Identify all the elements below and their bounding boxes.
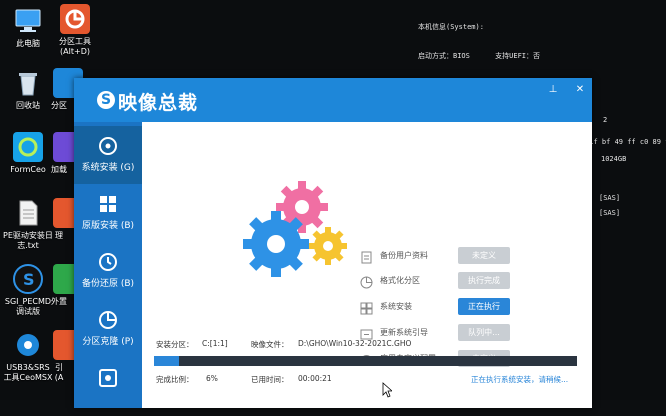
sidebar-item-original-install[interactable]: 原版安装 (B) [74, 184, 142, 242]
sidebar-item-label: 系统安装 (G) [81, 163, 135, 173]
step-status-button[interactable]: 队列中... [458, 324, 510, 341]
app-logo-icon: S [97, 91, 115, 109]
pin-button[interactable]: ⊥ [546, 84, 560, 96]
step-label: 格式化分区 [380, 276, 420, 285]
desktop-icon-label: 理 [55, 231, 63, 240]
sysinfo-line: 启动方式：BIOS 支持UEFI：否 [418, 51, 541, 60]
desktop-icon-label: 外置 [51, 297, 67, 306]
desktop-icon-label: 分区工具 (Alt+D) [59, 37, 91, 56]
sidebar-item-partition-clone[interactable]: 分区克隆 (P) [74, 300, 142, 358]
sidebar: 系统安装 (G) 原版安装 (B) 备份还原 (B) 分区克隆 (P) [74, 122, 142, 408]
desktop-icon-label: 引 (A [54, 363, 64, 382]
desktop-icon-load[interactable]: 加载 [39, 132, 83, 175]
desktop-icon-label: 加载 [51, 165, 67, 174]
gears-illustration [243, 181, 347, 277]
sysinfo-fragment: [SAS] [599, 194, 621, 202]
step-label: 更新系统引导 [380, 328, 428, 337]
partition-label: 安装分区： [156, 340, 194, 349]
disc-icon [98, 136, 118, 156]
status-message: 正在执行系统安装，请稍候... [471, 375, 569, 384]
svg-text:S: S [23, 270, 35, 289]
pie-chart-icon [98, 310, 118, 330]
step-status-button[interactable]: 执行完成 [458, 272, 510, 289]
step-format-partition: 格式化分区 执行完成 [360, 272, 600, 290]
document-icon [360, 249, 373, 264]
title-bar[interactable]: S 映像总裁 ⊥ ✕ [74, 78, 592, 122]
elapsed-time-label: 已用时间： [251, 375, 289, 384]
app-window: S 映像总裁 ⊥ ✕ 系统安装 (G) 原版安装 (B) 备份还原 (B) 分区… [74, 78, 592, 408]
sysinfo-fragment: 2 [603, 116, 608, 124]
step-backup-user-data: 备份用户资料 未定义 [360, 247, 600, 265]
desktop-icon-partition-tool[interactable]: 分区工具 (Alt+D) [47, 4, 103, 57]
windows-icon [360, 300, 373, 315]
partition-tool-icon [60, 4, 90, 34]
sysinfo-fragment: 1024GB [601, 155, 627, 163]
blue-gear [243, 211, 309, 277]
image-file-label: 映像文件： [251, 340, 289, 349]
sidebar-item-backup-restore[interactable]: 备份还原 (B) [74, 242, 142, 300]
windows-icon [98, 194, 118, 214]
sidebar-item-label: 分区克隆 (P) [82, 337, 134, 347]
sysinfo-fragment: [SAS] [599, 209, 621, 217]
sidebar-item-system-install[interactable]: 系统安装 (G) [74, 126, 142, 184]
clock-icon [98, 252, 118, 272]
sidebar-item-label: 原版安装 (B) [81, 221, 135, 231]
completion-ratio-label: 完成比例： [156, 375, 194, 384]
desktop-icon-boot[interactable]: 引 (A [39, 330, 83, 383]
step-status-button[interactable]: 正在执行 [458, 298, 510, 315]
completion-ratio-value: 6% [206, 374, 218, 383]
progress-fill [154, 356, 179, 366]
desktop-icon-external[interactable]: 外置 [39, 264, 83, 307]
progress-bar [154, 356, 577, 366]
step-system-install: 系统安装 正在执行 [360, 298, 600, 316]
pie-icon [360, 274, 373, 289]
main-content: 备份用户资料 未定义 格式化分区 执行完成 系统安装 正在执行 更新系统引导 队… [142, 122, 592, 408]
update-icon [360, 326, 373, 340]
desktop-icon-label: 分区 [51, 101, 67, 110]
computer-icon [13, 6, 43, 36]
partition-value: C:[1:1] [202, 339, 228, 348]
tool-icon [98, 368, 118, 388]
sysinfo-line: 本机信息(System): [418, 23, 484, 32]
sidebar-item-more[interactable] [74, 358, 142, 416]
image-file-value: D:\GHO\Win10-32-2021C.GHO [298, 339, 412, 348]
mouse-cursor-icon [382, 382, 392, 398]
sidebar-item-label: 备份还原 (B) [81, 279, 135, 289]
step-status-button[interactable]: 未定义 [458, 247, 510, 264]
step-label: 备份用户资料 [380, 251, 428, 260]
desktop-icon-manage[interactable]: 理 [39, 198, 83, 241]
close-button[interactable]: ✕ [573, 84, 587, 96]
elapsed-time-value: 00:00:21 [298, 374, 332, 383]
step-label: 系统安装 [380, 302, 412, 311]
yellow-gear [309, 227, 347, 265]
app-title: 映像总裁 [118, 92, 199, 114]
desktop-icon-partition[interactable]: 分区 [39, 68, 83, 111]
